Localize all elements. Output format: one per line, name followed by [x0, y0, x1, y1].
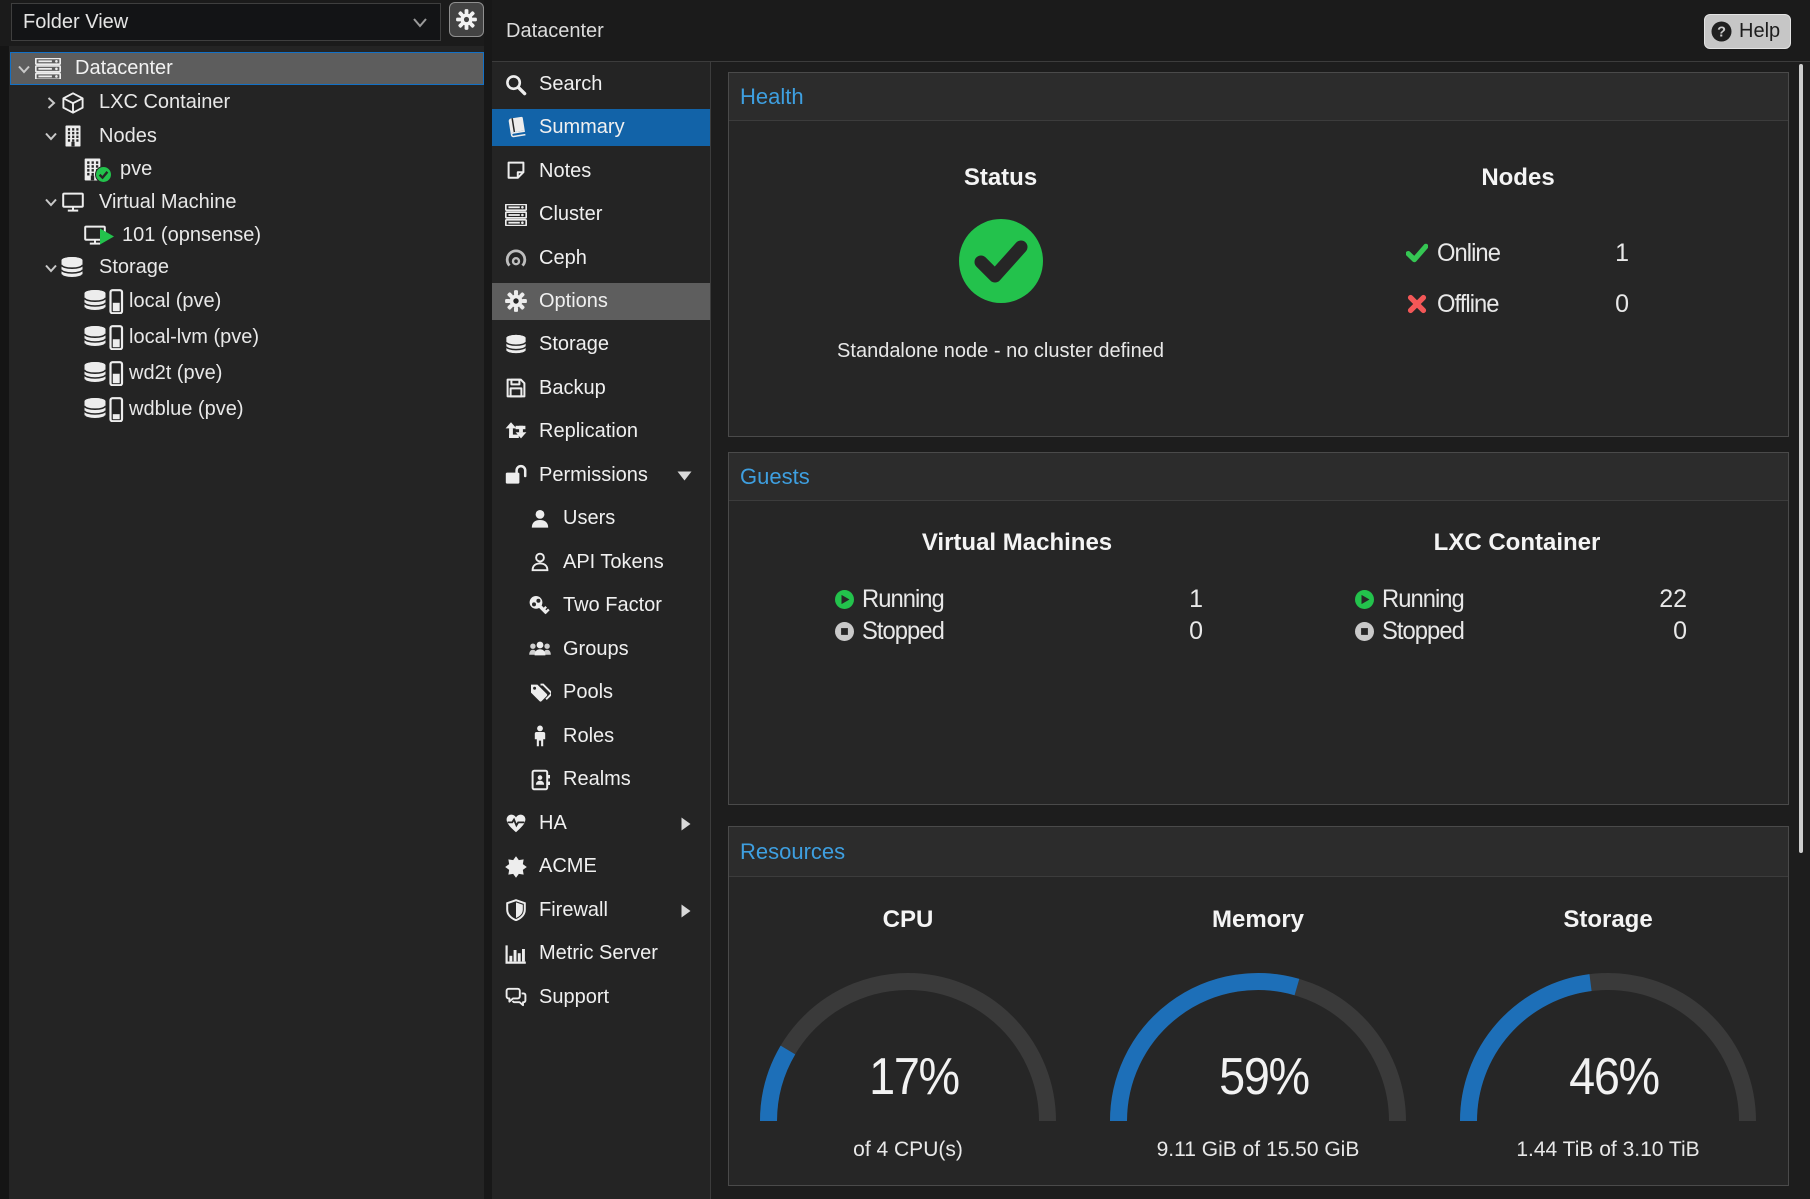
svg-text:?: ?	[1717, 24, 1726, 40]
